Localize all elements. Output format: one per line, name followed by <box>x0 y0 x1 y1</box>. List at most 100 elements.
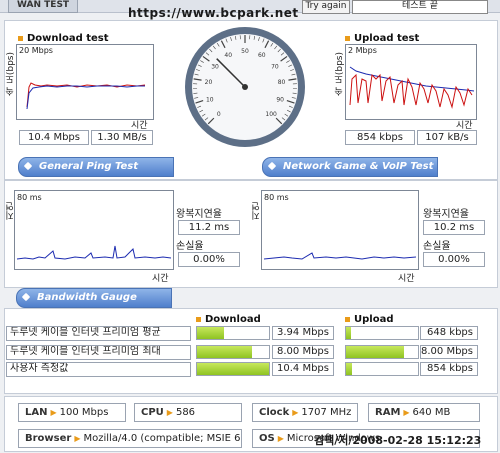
arrow-right-icon: ▶ <box>403 408 410 417</box>
download-value: 8.00 Mbps <box>272 345 334 359</box>
ping-loss-label: 손실율 <box>176 241 204 252</box>
ping-banner-text: General Ping Test <box>39 161 139 172</box>
voip-latency-label: 왕복지연율 <box>423 209 469 220</box>
ping-latency-value: 11.2 ms <box>178 220 240 235</box>
upload-title: Upload test <box>345 33 419 44</box>
bandwidth-download-text: Download <box>205 314 261 325</box>
bullet-icon <box>345 35 350 41</box>
download-value: 3.94 Mbps <box>272 326 334 340</box>
ping-test-banner: General Ping Test <box>18 157 174 177</box>
ram-value: 640 MB <box>412 407 451 418</box>
clock-key: Clock <box>259 407 290 418</box>
lan-key: LAN <box>25 407 48 418</box>
bullet-icon <box>196 316 201 322</box>
download-value: 10.4 Mbps <box>272 362 334 376</box>
url-watermark: https://www.bcpark.net <box>128 6 299 20</box>
voip-graph <box>261 190 419 270</box>
cpu-key: CPU <box>141 407 164 418</box>
bullet-icon <box>18 35 23 41</box>
gauge-tick-label: 30 <box>211 63 219 70</box>
speed-gauge-svg: 0 10 20 30 40 50 60 70 80 90 100 <box>185 27 305 147</box>
upload-value: 854 kbps <box>420 362 478 376</box>
bandwidth-gauge-banner: Bandwidth Gauge <box>16 288 172 308</box>
speed-gauge: 0 10 20 30 40 50 60 70 80 90 100 <box>183 25 307 149</box>
ping-scale: 80 ms <box>17 193 42 202</box>
download-bar-track <box>196 362 270 376</box>
ping-line-chart <box>16 245 172 260</box>
upload-scale: 2 Mbps <box>348 46 377 55</box>
gauge-tick-label: 50 <box>241 48 249 55</box>
download-speed-bytes: 1.30 MB/s <box>91 130 153 145</box>
browser-value: Mozilla/4.0 (compatible; MSIE 6.0 <box>83 433 242 444</box>
gauge-tick-label: 80 <box>278 79 286 86</box>
browser-key: Browser <box>25 433 72 444</box>
voip-x-label: 시간 <box>398 274 415 284</box>
upload-line-chart <box>349 66 475 109</box>
bandwidth-upload-text: Upload <box>354 314 394 325</box>
gauge-tick-label: 10 <box>206 96 214 103</box>
gauge-tick-label: 40 <box>224 52 232 59</box>
bandwidth-banner-text: Bandwidth Gauge <box>37 292 137 303</box>
cpu-value: 586 <box>175 407 196 418</box>
gauge-hub <box>242 84 248 90</box>
voip-scale: 80 ms <box>264 193 289 202</box>
upload-title-text: Upload test <box>354 33 420 44</box>
bullet-icon <box>345 316 350 322</box>
gauge-tick-label: 70 <box>271 63 279 70</box>
upload-speed-bps: 854 kbps <box>345 130 415 145</box>
arrow-right-icon: ▶ <box>292 408 299 417</box>
voip-loss-value: 0.00% <box>423 252 485 267</box>
test-end-button[interactable]: 테스트 끝 <box>352 0 488 14</box>
gauge-tick-label: 100 <box>265 111 277 118</box>
upload-graph <box>345 44 477 120</box>
ping-latency-label: 왕복지연율 <box>176 209 222 220</box>
upload-bar-fill <box>346 363 353 375</box>
download-series-blue <box>26 85 145 110</box>
voip-loss-label: 손실율 <box>423 241 451 252</box>
voip-banner-text: Network Game & VoIP Test <box>283 161 434 172</box>
bandwidth-row-label: 두루넷 케이블 인터넷 프리미엄 최대 <box>6 345 191 360</box>
ram-info: RAM ▶ 640 MB <box>368 403 480 422</box>
upload-bar-fill <box>346 346 404 358</box>
ram-key: RAM <box>375 407 401 418</box>
ping-loss-value: 0.00% <box>178 252 240 267</box>
upload-value: 8.00 Mbps <box>420 345 478 359</box>
download-scale: 20 Mbps <box>19 46 53 55</box>
upload-bar-track <box>345 345 419 359</box>
gauge-tick-label: 0 <box>217 111 221 118</box>
clock-value: 1707 MHz <box>301 407 352 418</box>
bandwidth-download-header: Download <box>196 314 261 325</box>
gauge-tick-label: 90 <box>276 96 284 103</box>
cpu-info: CPU ▶ 586 <box>134 403 242 422</box>
download-bar-fill <box>197 327 225 339</box>
arrow-right-icon: ▶ <box>277 434 284 443</box>
arrow-right-icon: ▶ <box>74 434 81 443</box>
arrow-right-icon: ▶ <box>166 408 173 417</box>
download-bar-track <box>196 326 270 340</box>
download-graph <box>16 44 154 120</box>
lan-info: LAN ▶ 100 Mbps <box>18 403 126 422</box>
upload-bar-fill <box>346 327 352 339</box>
wan-test-tab[interactable]: WAN TEST <box>8 0 79 13</box>
download-bar-fill <box>197 363 269 375</box>
gauge-tick-label: 60 <box>258 52 266 59</box>
bandwidth-row-label: 사용자 측정값 <box>6 362 191 377</box>
upload-bar-track <box>345 326 419 340</box>
voip-latency-value: 10.2 ms <box>423 220 485 235</box>
ping-series <box>16 245 172 260</box>
ping-graph <box>14 190 174 270</box>
voip-test-banner: Network Game & VoIP Test <box>262 157 438 177</box>
download-bar-track <box>196 345 270 359</box>
ping-x-label: 시간 <box>152 274 169 284</box>
lan-value: 100 Mbps <box>59 407 109 418</box>
upload-series-red <box>349 73 473 109</box>
os-key: OS <box>259 433 275 444</box>
download-title: Download test <box>18 33 109 44</box>
timestamp-watermark: 컴팩/저/2008-02-28 15:12:23 <box>314 434 482 447</box>
download-line-chart <box>26 82 146 110</box>
try-again-button[interactable]: Try again <box>302 0 350 14</box>
bandwidth-upload-header: Upload <box>345 314 393 325</box>
upload-bar-track <box>345 362 419 376</box>
arrow-right-icon: ▶ <box>50 408 57 417</box>
browser-info: Browser ▶ Mozilla/4.0 (compatible; MSIE 6.… <box>18 429 242 448</box>
